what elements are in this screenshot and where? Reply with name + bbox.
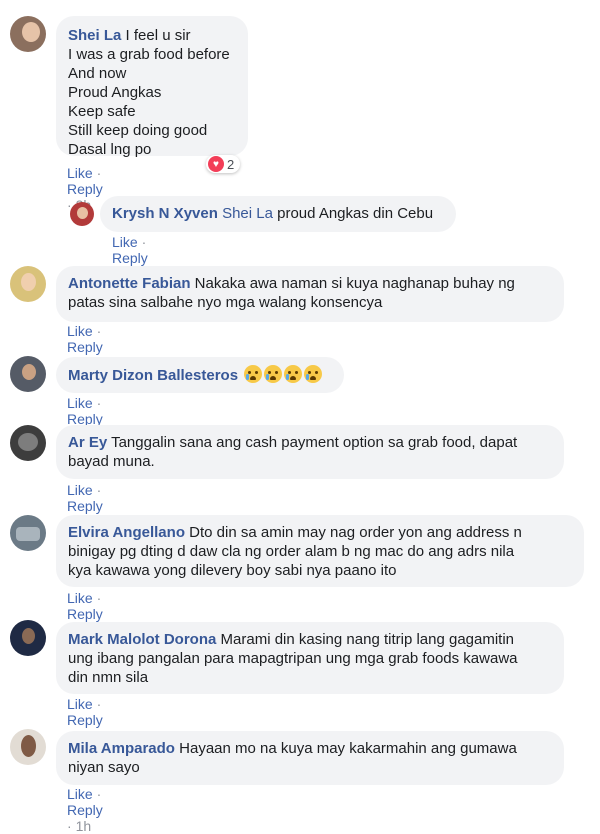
avatar[interactable] bbox=[10, 266, 46, 302]
comment-text: proud Angkas din Cebu bbox=[277, 205, 434, 222]
avatar[interactable] bbox=[10, 425, 46, 461]
comment-bubble: Marty Dizon Ballesteros bbox=[56, 357, 344, 393]
avatar[interactable] bbox=[10, 620, 46, 656]
mention-link[interactable]: Shei La bbox=[222, 205, 273, 222]
reply-button[interactable]: Reply bbox=[67, 181, 103, 197]
crying-face-icon bbox=[244, 365, 263, 383]
comment-text: Tanggalin sana ang cash payment option s… bbox=[111, 434, 518, 451]
comment-time[interactable]: 1h bbox=[76, 818, 92, 834]
comment-text: bayad muna. bbox=[68, 453, 155, 470]
comment-author[interactable]: Elvira Angellano bbox=[68, 524, 185, 541]
crying-face-icon bbox=[264, 365, 283, 383]
like-button[interactable]: Like bbox=[112, 234, 138, 250]
comment-author[interactable]: Krysh N Xyven bbox=[112, 205, 218, 222]
heart-icon: ♥ bbox=[208, 156, 224, 172]
comment-bubble: Antonette Fabian Nakaka awa naman si kuy… bbox=[56, 266, 564, 322]
comment-bubble: Mark Malolot Dorona Marami din kasing na… bbox=[56, 622, 564, 694]
comment-text: din nmn sila bbox=[68, 669, 149, 686]
reply-button[interactable]: Reply bbox=[112, 250, 148, 266]
comment-text: I was a grab food before bbox=[68, 46, 230, 63]
comment-bubble: Mila Amparado Hayaan mo na kuya may kaka… bbox=[56, 731, 564, 785]
like-button[interactable]: Like bbox=[67, 590, 93, 606]
like-button[interactable]: Like bbox=[67, 786, 93, 802]
reply-button[interactable]: Reply bbox=[67, 339, 103, 355]
comment-text: Marami din kasing nang titrip lang gagam… bbox=[220, 631, 515, 648]
comment-text: Nakaka awa naman si kuya naghanap buhay … bbox=[194, 275, 515, 292]
comment-bubble: Krysh N Xyven Shei La proud Angkas din C… bbox=[100, 196, 456, 232]
comment-author[interactable]: Mark Malolot Dorona bbox=[68, 631, 216, 648]
avatar[interactable] bbox=[70, 202, 94, 226]
reply-button[interactable]: Reply bbox=[67, 802, 103, 818]
comment-text: patas sina salbahe nyo mga walang konsen… bbox=[68, 294, 383, 311]
comment-text: I feel u sir bbox=[125, 27, 191, 44]
reaction-badge[interactable]: ♥ 2 bbox=[206, 155, 241, 173]
comment-bubble: Elvira Angellano Dto din sa amin may nag… bbox=[56, 515, 584, 587]
comment-bubble: Shei La I feel u sir I was a grab food b… bbox=[56, 16, 248, 158]
avatar[interactable] bbox=[10, 16, 46, 52]
like-button[interactable]: Like bbox=[67, 395, 93, 411]
avatar[interactable] bbox=[10, 356, 46, 392]
comment-text: binigay pg dting d daw cla ng order alam… bbox=[68, 543, 515, 560]
comment-text: Hayaan mo na kuya may kakarmahin ang gum… bbox=[179, 740, 517, 757]
comment-text: ung ibang pangalan para mapagtripan ung … bbox=[68, 650, 518, 667]
like-button[interactable]: Like bbox=[67, 696, 93, 712]
comment-author[interactable]: Antonette Fabian bbox=[68, 275, 191, 292]
comment-text: Dto din sa amin may nag order yon ang ad… bbox=[189, 524, 522, 541]
like-button[interactable]: Like bbox=[67, 323, 93, 339]
comment-text: Keep safe bbox=[68, 103, 136, 120]
crying-face-icon bbox=[304, 365, 323, 383]
comment-author[interactable]: Marty Dizon Ballesteros bbox=[68, 367, 238, 384]
avatar[interactable] bbox=[10, 729, 46, 765]
comment-author[interactable]: Mila Amparado bbox=[68, 740, 175, 757]
comment-author[interactable]: Ar Ey bbox=[68, 434, 107, 451]
comment-author[interactable]: Shei La bbox=[68, 27, 121, 44]
reply-button[interactable]: Reply bbox=[67, 498, 103, 514]
comment-text: Proud Angkas bbox=[68, 84, 162, 101]
like-button[interactable]: Like bbox=[67, 482, 93, 498]
comment-text: And now bbox=[68, 65, 127, 82]
comment-text: kya kawawa yong dilevery boy sabi nya pa… bbox=[68, 562, 397, 579]
reaction-count: 2 bbox=[227, 156, 235, 172]
avatar[interactable] bbox=[10, 515, 46, 551]
comment-text: Still keep doing good bbox=[68, 122, 208, 139]
comment-text: niyan sayo bbox=[68, 759, 140, 776]
like-button[interactable]: Like bbox=[67, 165, 93, 181]
reply-button[interactable]: Reply bbox=[67, 712, 103, 728]
reply-button[interactable]: Reply bbox=[67, 606, 103, 622]
comment-actions: Like · Reply · 1h bbox=[67, 786, 103, 834]
crying-face-icon bbox=[284, 365, 303, 383]
comment-bubble: Ar Ey Tanggalin sana ang cash payment op… bbox=[56, 425, 564, 479]
